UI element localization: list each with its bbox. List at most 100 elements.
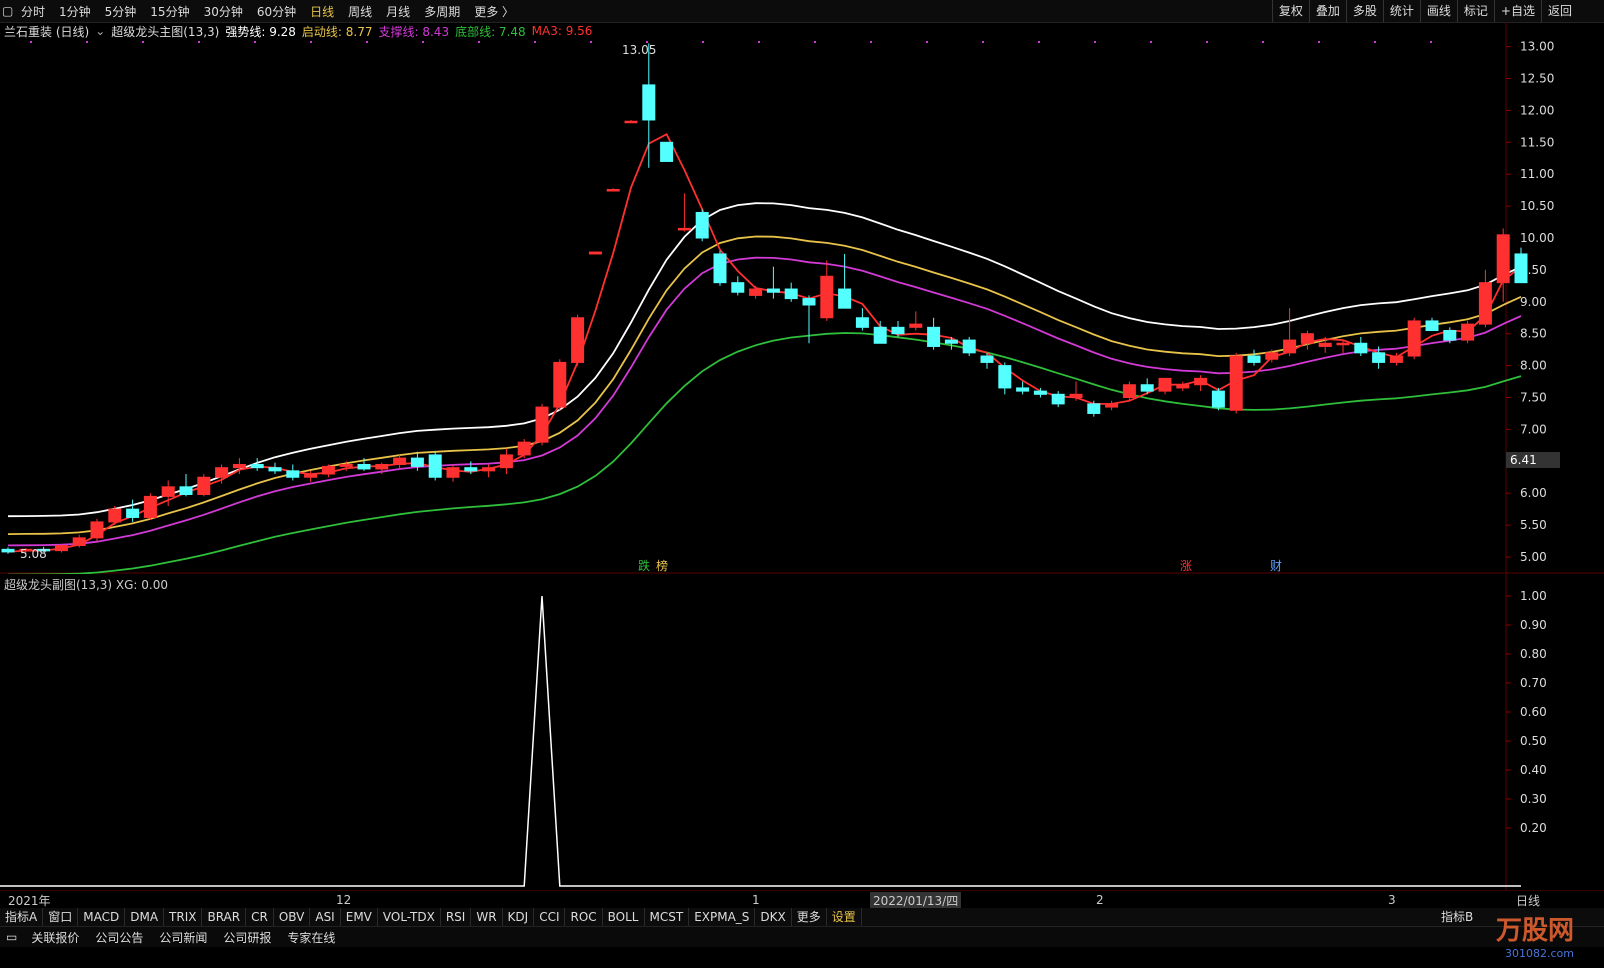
stats-button[interactable]: 统计 bbox=[1382, 0, 1420, 22]
sub-indicator-title: 超级龙头副图(13,3) XG: 0.00 bbox=[4, 578, 168, 592]
period-tab-5min[interactable]: 5分钟 bbox=[98, 3, 144, 20]
period-tab-fenshi[interactable]: 分时 bbox=[14, 3, 52, 20]
sub-tick-label: 0.40 bbox=[1520, 763, 1547, 777]
period-tab-daily[interactable]: 日线 bbox=[303, 3, 341, 20]
company-research-tab[interactable]: 公司研报 bbox=[215, 929, 279, 946]
price-tick-label: 8.50 bbox=[1520, 327, 1547, 341]
asi-tab[interactable]: ASI bbox=[310, 908, 341, 926]
trix-tab[interactable]: TRIX bbox=[164, 908, 203, 926]
candle-body bbox=[571, 317, 585, 363]
period-tab-30min[interactable]: 30分钟 bbox=[197, 3, 250, 20]
candle-body bbox=[820, 275, 834, 319]
candle-body bbox=[54, 545, 68, 552]
company-announcement-tab[interactable]: 公司公告 bbox=[87, 929, 151, 946]
candle-body bbox=[927, 326, 941, 347]
vol-tdx-tab[interactable]: VOL-TDX bbox=[378, 908, 441, 926]
sub-indicator-chart[interactable]: 1.00 0.90 0.80 0.70 0.60 0.50 0.40 0.30 0.20 bbox=[0, 574, 1604, 890]
candle-body bbox=[410, 457, 424, 467]
main-candlestick-chart[interactable]: 13.0012.5012.0011.5011.0010.5010.009.509… bbox=[0, 22, 1604, 574]
candle-body bbox=[677, 227, 691, 231]
candle-body bbox=[339, 463, 353, 467]
candle-body bbox=[891, 326, 905, 335]
candle-body bbox=[268, 467, 282, 472]
price-tick-label: 12.50 bbox=[1520, 72, 1554, 86]
candle-body bbox=[375, 463, 389, 470]
current-price-tag: 6.41 bbox=[1506, 452, 1560, 468]
emv-tab[interactable]: EMV bbox=[341, 908, 378, 926]
roc-tab[interactable]: ROC bbox=[565, 908, 603, 926]
indicator-b-tab[interactable]: 指标B bbox=[1436, 908, 1478, 926]
candle-body bbox=[731, 282, 745, 293]
signal-dot bbox=[310, 41, 312, 43]
period-toolbar: ▢ 分时 1分钟 5分钟 15分钟 30分钟 60分钟 日线 周线 月线 多周期… bbox=[0, 0, 1604, 23]
price-tick-label: 10.00 bbox=[1520, 231, 1554, 245]
expma-s-tab[interactable]: EXPMA_S bbox=[689, 908, 756, 926]
support-line bbox=[7, 256, 1522, 547]
period-tab-multi[interactable]: 多周期 bbox=[417, 3, 467, 20]
company-news-tab[interactable]: 公司新闻 bbox=[151, 929, 215, 946]
candle-body bbox=[1283, 339, 1297, 354]
more-tab[interactable]: 更多 bbox=[792, 908, 827, 926]
candle-body bbox=[1247, 355, 1261, 363]
obv-tab[interactable]: OBV bbox=[274, 908, 311, 926]
boll-tab[interactable]: BOLL bbox=[603, 908, 645, 926]
candle-body bbox=[855, 317, 869, 328]
candle-body bbox=[517, 441, 531, 456]
period-tab-1min[interactable]: 1分钟 bbox=[52, 3, 98, 20]
mark-button[interactable]: 标记 bbox=[1456, 0, 1494, 22]
candle-body bbox=[535, 406, 549, 443]
low-price-label: 5.08 bbox=[20, 547, 47, 561]
signal-dot bbox=[758, 41, 760, 43]
expert-online-tab[interactable]: 专家在线 bbox=[279, 929, 343, 946]
period-tab-15min[interactable]: 15分钟 bbox=[143, 3, 196, 20]
related-quotes-tab[interactable]: 关联报价 bbox=[23, 929, 87, 946]
settings-tab[interactable]: 设置 bbox=[827, 908, 862, 926]
period-tab-weekly[interactable]: 周线 bbox=[341, 3, 379, 20]
candle-body bbox=[1016, 387, 1030, 392]
indicator-a-tab[interactable]: 指标A bbox=[0, 908, 44, 926]
fuquan-button[interactable]: 复权 bbox=[1271, 0, 1309, 22]
candle-body bbox=[1176, 384, 1190, 389]
window-tab[interactable]: 窗口 bbox=[43, 908, 79, 926]
candle-body bbox=[1461, 323, 1475, 341]
signal-dot bbox=[534, 41, 536, 43]
candle-body bbox=[286, 470, 300, 478]
candle-body bbox=[642, 84, 656, 121]
dkx-tab[interactable]: DKX bbox=[755, 908, 792, 926]
candle-body bbox=[1087, 403, 1101, 414]
rsi-tab[interactable]: RSI bbox=[441, 908, 472, 926]
draw-line-button[interactable]: 画线 bbox=[1419, 0, 1457, 22]
candle-body bbox=[446, 467, 460, 478]
period-tab-60min[interactable]: 60分钟 bbox=[250, 3, 303, 20]
candle-body bbox=[232, 463, 246, 469]
period-tab-monthly[interactable]: 月线 bbox=[379, 3, 417, 20]
panel-toggle-icon[interactable]: ▭ bbox=[0, 930, 23, 944]
candle-body bbox=[588, 251, 602, 255]
signal-dot bbox=[1150, 41, 1152, 43]
period-tab-more[interactable]: 更多 〉 bbox=[467, 3, 521, 20]
price-tick-label: 8.00 bbox=[1520, 359, 1547, 373]
macd-tab[interactable]: MACD bbox=[78, 908, 126, 926]
sub-tick-label: 0.90 bbox=[1520, 618, 1547, 632]
overlay-button[interactable]: 叠加 bbox=[1308, 0, 1346, 22]
window-toggle-icon[interactable]: ▢ bbox=[0, 4, 14, 18]
dma-tab[interactable]: DMA bbox=[125, 908, 165, 926]
mcst-tab[interactable]: MCST bbox=[645, 908, 690, 926]
price-tick-label: 6.00 bbox=[1520, 486, 1547, 500]
candle-body bbox=[357, 463, 371, 470]
signal-dot bbox=[1262, 41, 1264, 43]
candle-body bbox=[838, 288, 852, 309]
sub-tick-label: 0.80 bbox=[1520, 647, 1547, 661]
multi-stock-button[interactable]: 多股 bbox=[1345, 0, 1383, 22]
back-button[interactable]: 返回 bbox=[1540, 0, 1578, 22]
add-watchlist-button[interactable]: +自选 bbox=[1493, 0, 1541, 22]
candle-body bbox=[909, 323, 923, 328]
brar-tab[interactable]: BRAR bbox=[202, 908, 247, 926]
kdj-tab[interactable]: KDJ bbox=[503, 908, 535, 926]
wr-tab[interactable]: WR bbox=[471, 908, 503, 926]
candle-body bbox=[873, 326, 887, 344]
cci-tab[interactable]: CCI bbox=[534, 908, 566, 926]
marker-bang: 榜 bbox=[656, 558, 668, 573]
candle-body bbox=[695, 211, 709, 239]
cr-tab[interactable]: CR bbox=[246, 908, 274, 926]
